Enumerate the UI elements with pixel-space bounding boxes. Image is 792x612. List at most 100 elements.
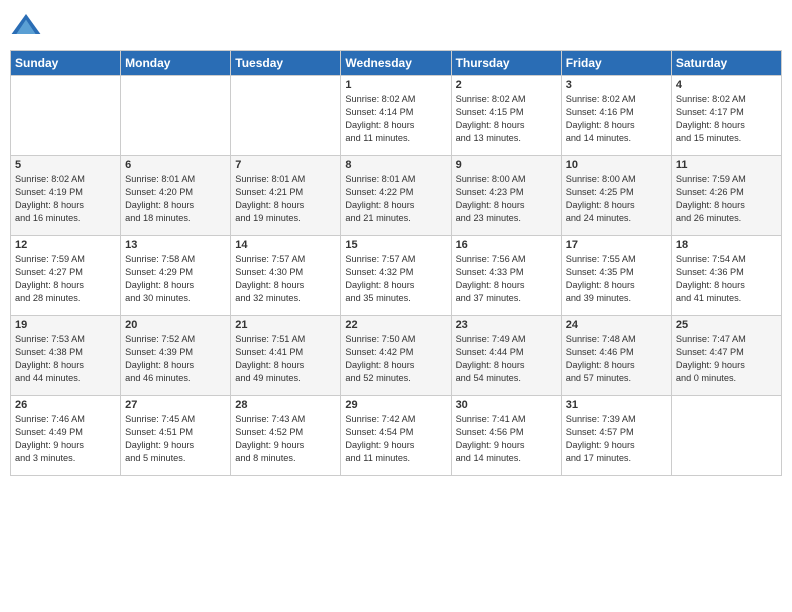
header xyxy=(10,10,782,42)
day-number: 8 xyxy=(345,159,446,171)
calendar-cell: 4 Sunrise: 8:02 AM Sunset: 4:17 PM Daylig… xyxy=(671,76,781,156)
day-info: Sunrise: 7:57 AM Sunset: 4:30 PM Dayligh… xyxy=(235,253,336,305)
day-info: Sunrise: 7:58 AM Sunset: 4:29 PM Dayligh… xyxy=(125,253,226,305)
day-info: Sunrise: 8:00 AM Sunset: 4:25 PM Dayligh… xyxy=(566,173,667,225)
day-info: Sunrise: 7:59 AM Sunset: 4:26 PM Dayligh… xyxy=(676,173,777,225)
calendar-cell: 2 Sunrise: 8:02 AM Sunset: 4:15 PM Daylig… xyxy=(451,76,561,156)
day-info: Sunrise: 7:48 AM Sunset: 4:46 PM Dayligh… xyxy=(566,333,667,385)
day-header-tuesday: Tuesday xyxy=(231,51,341,76)
calendar-cell xyxy=(231,76,341,156)
calendar-cell: 10 Sunrise: 8:00 AM Sunset: 4:25 PM Dayli… xyxy=(561,156,671,236)
day-number: 4 xyxy=(676,79,777,91)
calendar-cell: 20 Sunrise: 7:52 AM Sunset: 4:39 PM Dayli… xyxy=(121,316,231,396)
calendar-cell: 8 Sunrise: 8:01 AM Sunset: 4:22 PM Daylig… xyxy=(341,156,451,236)
day-header-saturday: Saturday xyxy=(671,51,781,76)
day-number: 13 xyxy=(125,239,226,251)
calendar-cell: 6Sunrise: 8:01 AM Sunset: 4:20 PM Daylig… xyxy=(121,156,231,236)
day-info: Sunrise: 7:54 AM Sunset: 4:36 PM Dayligh… xyxy=(676,253,777,305)
calendar-header: SundayMondayTuesdayWednesdayThursdayFrid… xyxy=(11,51,782,76)
calendar-cell: 29 Sunrise: 7:42 AM Sunset: 4:54 PM Dayli… xyxy=(341,396,451,476)
day-info: Sunrise: 7:49 AM Sunset: 4:44 PM Dayligh… xyxy=(456,333,557,385)
day-info: Sunrise: 7:51 AM Sunset: 4:41 PM Dayligh… xyxy=(235,333,336,385)
calendar-cell: 18 Sunrise: 7:54 AM Sunset: 4:36 PM Dayli… xyxy=(671,236,781,316)
day-info: Sunrise: 7:41 AM Sunset: 4:56 PM Dayligh… xyxy=(456,413,557,465)
day-info: Sunrise: 7:56 AM Sunset: 4:33 PM Dayligh… xyxy=(456,253,557,305)
day-info: Sunrise: 8:02 AM Sunset: 4:14 PM Dayligh… xyxy=(345,93,446,145)
day-number: 7 xyxy=(235,159,336,171)
day-info: Sunrise: 7:52 AM Sunset: 4:39 PM Dayligh… xyxy=(125,333,226,385)
logo xyxy=(10,10,46,42)
calendar-cell: 7Sunrise: 8:01 AM Sunset: 4:21 PM Daylig… xyxy=(231,156,341,236)
week-row-4: 26Sunrise: 7:46 AM Sunset: 4:49 PM Dayli… xyxy=(11,396,782,476)
day-number: 28 xyxy=(235,399,336,411)
calendar-cell: 17 Sunrise: 7:55 AM Sunset: 4:35 PM Dayli… xyxy=(561,236,671,316)
logo-icon xyxy=(10,10,42,42)
calendar-cell: 15 Sunrise: 7:57 AM Sunset: 4:32 PM Dayli… xyxy=(341,236,451,316)
day-info: Sunrise: 7:59 AM Sunset: 4:27 PM Dayligh… xyxy=(15,253,116,305)
day-info: Sunrise: 7:53 AM Sunset: 4:38 PM Dayligh… xyxy=(15,333,116,385)
day-info: Sunrise: 8:01 AM Sunset: 4:22 PM Dayligh… xyxy=(345,173,446,225)
calendar-cell xyxy=(11,76,121,156)
calendar-cell: 11 Sunrise: 7:59 AM Sunset: 4:26 PM Dayli… xyxy=(671,156,781,236)
calendar-cell: 1Sunrise: 8:02 AM Sunset: 4:14 PM Daylig… xyxy=(341,76,451,156)
calendar-cell: 21Sunrise: 7:51 AM Sunset: 4:41 PM Dayli… xyxy=(231,316,341,396)
day-info: Sunrise: 8:02 AM Sunset: 4:15 PM Dayligh… xyxy=(456,93,557,145)
day-header-friday: Friday xyxy=(561,51,671,76)
day-number: 3 xyxy=(566,79,667,91)
week-row-1: 5Sunrise: 8:02 AM Sunset: 4:19 PM Daylig… xyxy=(11,156,782,236)
calendar-cell: 12 Sunrise: 7:59 AM Sunset: 4:27 PM Dayli… xyxy=(11,236,121,316)
day-number: 22 xyxy=(345,319,446,331)
day-number: 11 xyxy=(676,159,777,171)
day-info: Sunrise: 7:39 AM Sunset: 4:57 PM Dayligh… xyxy=(566,413,667,465)
day-info: Sunrise: 8:02 AM Sunset: 4:19 PM Dayligh… xyxy=(15,173,116,225)
day-number: 19 xyxy=(15,319,116,331)
day-info: Sunrise: 7:43 AM Sunset: 4:52 PM Dayligh… xyxy=(235,413,336,465)
day-number: 12 xyxy=(15,239,116,251)
day-number: 25 xyxy=(676,319,777,331)
calendar-cell: 30 Sunrise: 7:41 AM Sunset: 4:56 PM Dayli… xyxy=(451,396,561,476)
day-info: Sunrise: 8:02 AM Sunset: 4:16 PM Dayligh… xyxy=(566,93,667,145)
page: SundayMondayTuesdayWednesdayThursdayFrid… xyxy=(0,0,792,612)
calendar-body: 1Sunrise: 8:02 AM Sunset: 4:14 PM Daylig… xyxy=(11,76,782,476)
day-info: Sunrise: 7:57 AM Sunset: 4:32 PM Dayligh… xyxy=(345,253,446,305)
day-info: Sunrise: 7:55 AM Sunset: 4:35 PM Dayligh… xyxy=(566,253,667,305)
day-number: 20 xyxy=(125,319,226,331)
day-number: 26 xyxy=(15,399,116,411)
day-number: 29 xyxy=(345,399,446,411)
day-number: 2 xyxy=(456,79,557,91)
calendar-cell: 5Sunrise: 8:02 AM Sunset: 4:19 PM Daylig… xyxy=(11,156,121,236)
calendar-cell: 27Sunrise: 7:45 AM Sunset: 4:51 PM Dayli… xyxy=(121,396,231,476)
day-header-sunday: Sunday xyxy=(11,51,121,76)
day-number: 31 xyxy=(566,399,667,411)
day-number: 17 xyxy=(566,239,667,251)
calendar-cell: 23 Sunrise: 7:49 AM Sunset: 4:44 PM Dayli… xyxy=(451,316,561,396)
day-number: 24 xyxy=(566,319,667,331)
calendar-cell: 14 Sunrise: 7:57 AM Sunset: 4:30 PM Dayli… xyxy=(231,236,341,316)
day-number: 10 xyxy=(566,159,667,171)
calendar-cell: 3 Sunrise: 8:02 AM Sunset: 4:16 PM Daylig… xyxy=(561,76,671,156)
day-number: 23 xyxy=(456,319,557,331)
day-info: Sunrise: 7:47 AM Sunset: 4:47 PM Dayligh… xyxy=(676,333,777,385)
calendar-cell: 22 Sunrise: 7:50 AM Sunset: 4:42 PM Dayli… xyxy=(341,316,451,396)
day-number: 27 xyxy=(125,399,226,411)
day-info: Sunrise: 8:02 AM Sunset: 4:17 PM Dayligh… xyxy=(676,93,777,145)
day-info: Sunrise: 7:42 AM Sunset: 4:54 PM Dayligh… xyxy=(345,413,446,465)
day-number: 14 xyxy=(235,239,336,251)
week-row-0: 1Sunrise: 8:02 AM Sunset: 4:14 PM Daylig… xyxy=(11,76,782,156)
calendar-cell: 13 Sunrise: 7:58 AM Sunset: 4:29 PM Dayli… xyxy=(121,236,231,316)
day-number: 18 xyxy=(676,239,777,251)
week-row-2: 12 Sunrise: 7:59 AM Sunset: 4:27 PM Dayli… xyxy=(11,236,782,316)
header-row: SundayMondayTuesdayWednesdayThursdayFrid… xyxy=(11,51,782,76)
day-header-monday: Monday xyxy=(121,51,231,76)
calendar-cell: 25 Sunrise: 7:47 AM Sunset: 4:47 PM Dayli… xyxy=(671,316,781,396)
day-number: 6 xyxy=(125,159,226,171)
calendar-cell xyxy=(121,76,231,156)
day-header-wednesday: Wednesday xyxy=(341,51,451,76)
day-info: Sunrise: 7:50 AM Sunset: 4:42 PM Dayligh… xyxy=(345,333,446,385)
calendar-cell: 31 Sunrise: 7:39 AM Sunset: 4:57 PM Dayli… xyxy=(561,396,671,476)
day-number: 15 xyxy=(345,239,446,251)
calendar-cell: 26Sunrise: 7:46 AM Sunset: 4:49 PM Dayli… xyxy=(11,396,121,476)
calendar-cell xyxy=(671,396,781,476)
calendar-cell: 28 Sunrise: 7:43 AM Sunset: 4:52 PM Dayli… xyxy=(231,396,341,476)
day-number: 30 xyxy=(456,399,557,411)
